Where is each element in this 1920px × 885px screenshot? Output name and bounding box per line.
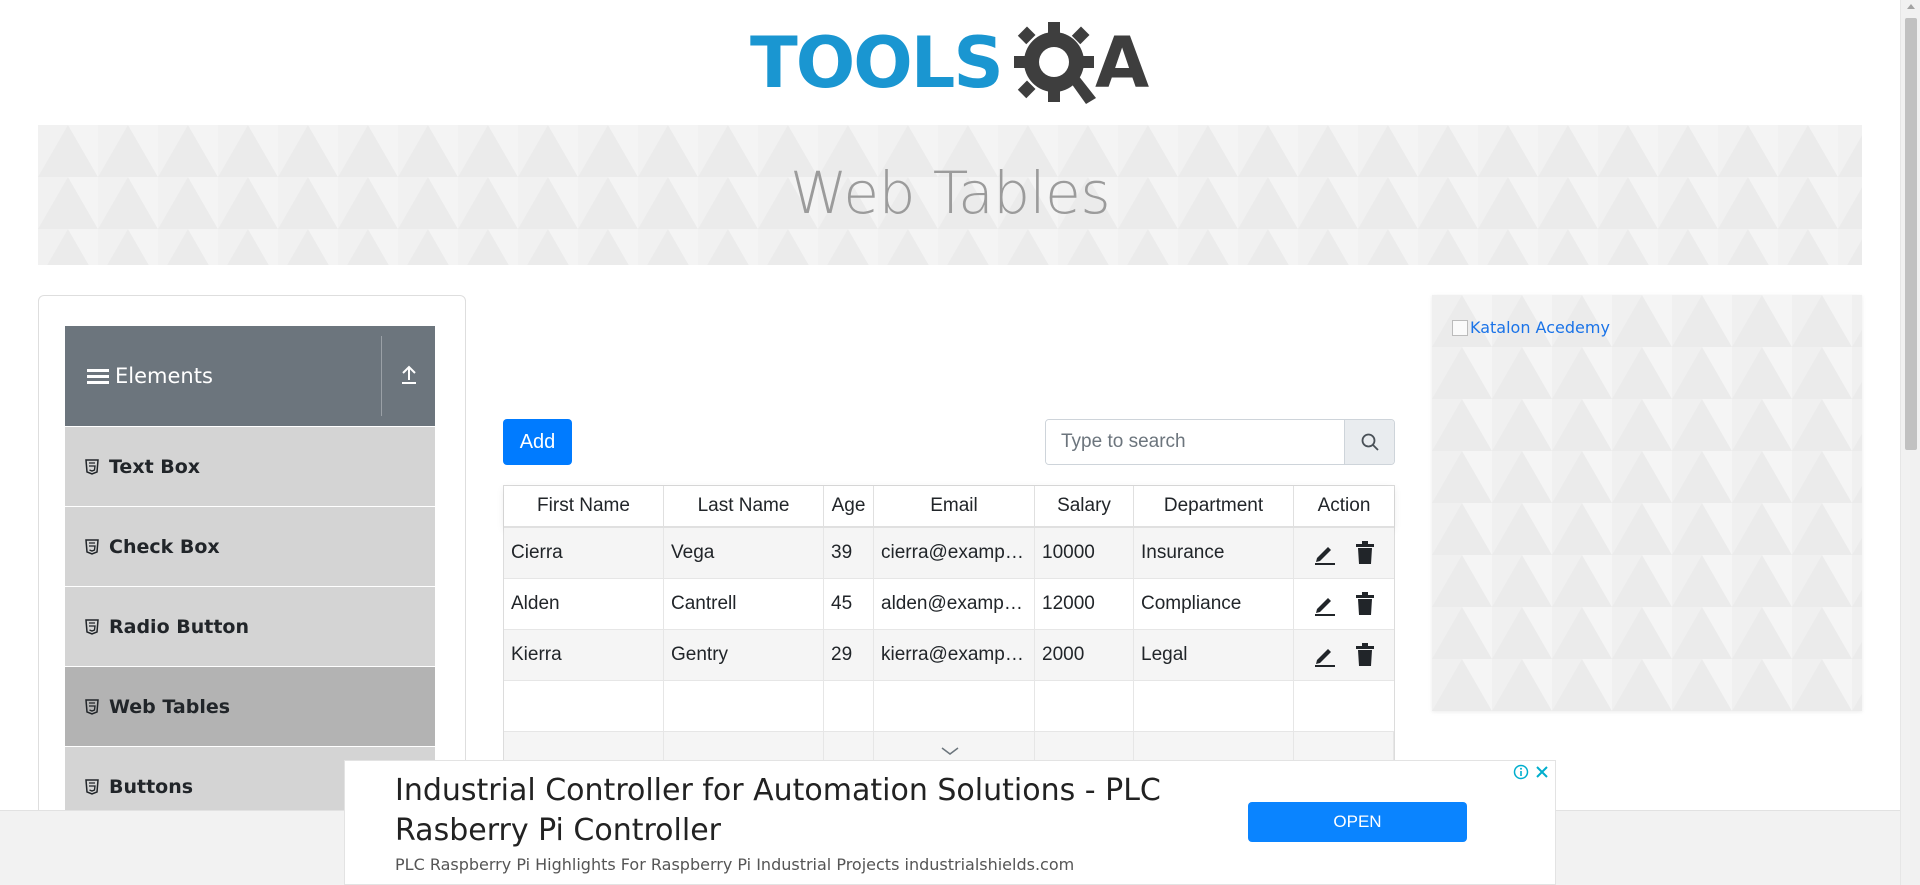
table-cell: alden@example.com [874,579,1035,629]
logo-letter: A [1095,22,1150,104]
page-title: Web Tables [789,159,1111,227]
toolsqa-logo[interactable]: TOOLS A [750,18,1155,114]
table-cell: 45 [824,579,874,629]
ad-controls [1512,763,1551,781]
logo-gear-icon [1014,22,1096,104]
column-header[interactable]: Email [874,486,1035,526]
table-header: First Name Last Name Age Email Salary De… [504,486,1394,528]
email-text: cierra@example.com [881,542,1027,563]
table-row: Alden Cantrell 45 alden@example.com 1200… [504,579,1394,630]
header-divider [381,336,382,416]
email-text: alden@example.com [881,593,1027,614]
table-cell: Vega [664,528,824,578]
sidebar-item-text-box[interactable]: Text Box [65,426,435,506]
table-row: Cierra Vega 39 cierra@example.com 10000 … [504,528,1394,579]
sidebar-item-check-box[interactable]: Check Box [65,506,435,586]
ad-info-icon[interactable] [1512,763,1530,781]
action-cell [1294,579,1394,629]
scroll-up-icon[interactable] [1907,4,1915,9]
table-cell: Cantrell [664,579,824,629]
scroll-thumb[interactable] [1905,18,1917,450]
email-text: kierra@example.com [881,644,1027,665]
group-title: Elements [115,364,213,388]
table-cell: Kierra [504,630,664,680]
delete-icon[interactable] [1355,541,1375,565]
bottom-ad[interactable]: Industrial Controller for Automation Sol… [344,760,1556,885]
edit-icon[interactable] [1313,643,1337,667]
ad-pattern [1432,295,1862,711]
action-cell [1294,630,1394,680]
column-header[interactable]: First Name [504,486,664,526]
ad-open-button[interactable]: OPEN [1248,802,1467,842]
katalon-ad-link[interactable]: Katalon Acedemy [1452,318,1610,337]
sidebar-item-radio-button[interactable]: Radio Button [65,586,435,666]
search-box [1045,419,1395,465]
table-cell [1294,681,1394,731]
column-header[interactable]: Department [1134,486,1294,526]
sidebar-item-web-tables[interactable]: Web Tables [65,666,435,746]
table-row: Kierra Gentry 29 kierra@example.com 2000… [504,630,1394,681]
table-cell: Alden [504,579,664,629]
html5-icon [85,538,99,555]
delete-icon[interactable] [1355,592,1375,616]
html5-icon [85,698,99,715]
logo-word: TOOLS [750,22,1004,104]
search-icon [1361,433,1379,451]
page-scrollbar[interactable] [1900,0,1920,885]
column-header[interactable]: Age [824,486,874,526]
table-cell: 39 [824,528,874,578]
table-cell: Gentry [664,630,824,680]
web-table: First Name Last Name Age Email Salary De… [503,485,1395,784]
table-cell [824,681,874,731]
table-cell [1134,681,1294,731]
search-button[interactable] [1344,420,1394,464]
page-banner: Web Tables [38,125,1862,265]
table-cell: 12000 [1035,579,1134,629]
table-cell [664,681,824,731]
table-cell: Legal [1134,630,1294,680]
elements-group-header[interactable]: Elements [65,326,435,426]
delete-icon[interactable] [1355,643,1375,667]
table-row-empty [504,681,1394,732]
action-cell [1294,528,1394,578]
table-cell: Compliance [1134,579,1294,629]
column-header[interactable]: Salary [1035,486,1134,526]
right-ad-panel: Katalon Acedemy [1432,295,1862,711]
collapse-arrow-icon[interactable] [399,364,419,386]
hamburger-icon [87,366,109,387]
table-cell: kierra@example.com [874,630,1035,680]
search-input[interactable] [1046,420,1344,464]
edit-icon[interactable] [1313,541,1337,565]
html5-icon [85,778,99,795]
table-cell: 29 [824,630,874,680]
ad-subtitle[interactable]: PLC Raspberry Pi Highlights For Raspberr… [395,855,1074,874]
html5-icon [85,458,99,475]
table-cell: cierra@example.com [874,528,1035,578]
edit-icon[interactable] [1313,592,1337,616]
column-header: Action [1317,495,1371,516]
table-cell [504,681,664,731]
add-button[interactable]: Add [503,419,572,465]
html5-icon [85,618,99,635]
broken-image-icon [1452,319,1468,336]
table-cell [874,681,1035,731]
ad-alt-text: Katalon Acedemy [1470,318,1610,337]
table-cell: Insurance [1134,528,1294,578]
sidebar-item-label: Text Box [109,455,201,478]
table-cell: 10000 [1035,528,1134,578]
ad-title[interactable]: Industrial Controller for Automation Sol… [395,771,1195,851]
ad-close-icon[interactable] [1533,763,1551,781]
sidebar-item-label: Radio Button [109,615,249,638]
table-cell: 2000 [1035,630,1134,680]
sidebar-item-label: Check Box [109,535,220,558]
table-cell: Cierra [504,528,664,578]
table-cell [1035,681,1134,731]
chevron-down-icon[interactable] [940,746,960,756]
sidebar-item-label: Buttons [109,775,194,798]
sidebar-item-label: Web Tables [109,695,231,718]
column-header[interactable]: Last Name [664,486,824,526]
